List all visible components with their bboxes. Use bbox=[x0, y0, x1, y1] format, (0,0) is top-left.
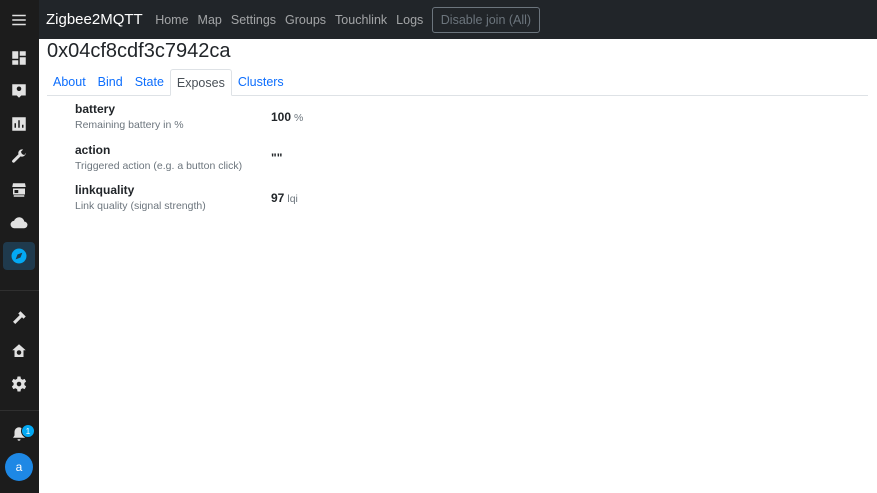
nav-settings[interactable]: Settings bbox=[226, 13, 280, 27]
expose-value-text: "" bbox=[271, 150, 283, 165]
gear-icon[interactable] bbox=[3, 370, 35, 398]
wrench-icon[interactable] bbox=[3, 143, 35, 171]
expose-description: Remaining battery in % bbox=[75, 119, 184, 131]
person-icon[interactable] bbox=[3, 77, 35, 105]
chart-icon[interactable] bbox=[3, 110, 35, 138]
top-navbar: Zigbee2MQTT Home Map Settings Groups Tou… bbox=[39, 0, 877, 39]
expose-action: action Triggered action (e.g. a button c… bbox=[75, 143, 475, 184]
home-cog-icon[interactable] bbox=[3, 337, 35, 365]
tab-bind[interactable]: Bind bbox=[92, 69, 129, 95]
exposes-list: battery Remaining battery in % 100% acti… bbox=[75, 102, 475, 224]
compass-icon[interactable] bbox=[3, 242, 35, 270]
main-content: 0x04cf8cdf3c7942ca About Bind State Expo… bbox=[39, 39, 877, 493]
expose-linkquality: linkquality Link quality (signal strengt… bbox=[75, 183, 475, 224]
disable-join-button[interactable]: Disable join (All) bbox=[431, 6, 541, 33]
expose-battery: battery Remaining battery in % 100% bbox=[75, 102, 475, 143]
expose-value-text: 100 bbox=[271, 110, 292, 124]
expose-description: Link quality (signal strength) bbox=[75, 200, 206, 212]
nav-groups[interactable]: Groups bbox=[281, 13, 331, 27]
expose-value: "" bbox=[271, 151, 285, 165]
tab-about[interactable]: About bbox=[47, 69, 92, 95]
menu-icon[interactable] bbox=[3, 6, 35, 34]
nav-logs[interactable]: Logs bbox=[392, 13, 428, 27]
expose-value: 100% bbox=[271, 110, 303, 124]
hammer-icon[interactable] bbox=[3, 304, 35, 332]
expose-name: linkquality bbox=[75, 183, 135, 197]
expose-value-text: 97 bbox=[271, 191, 285, 205]
dashboard-icon[interactable] bbox=[3, 44, 35, 72]
device-title: 0x04cf8cdf3c7942ca bbox=[47, 40, 231, 62]
tab-state[interactable]: State bbox=[129, 69, 170, 95]
expose-unit: lqi bbox=[287, 193, 298, 205]
nav-map[interactable]: Map bbox=[193, 13, 226, 27]
notification-badge: 1 bbox=[21, 424, 35, 438]
cloud-icon[interactable] bbox=[3, 209, 35, 237]
sidebar: 1 a bbox=[0, 0, 39, 493]
expose-description: Triggered action (e.g. a button click) bbox=[75, 159, 243, 172]
expose-value: 97 lqi bbox=[271, 191, 298, 205]
brand-link[interactable]: Zigbee2MQTT bbox=[46, 11, 143, 28]
nav-touchlink[interactable]: Touchlink bbox=[331, 13, 392, 27]
tab-clusters[interactable]: Clusters bbox=[232, 69, 290, 95]
expose-name: battery bbox=[75, 102, 116, 116]
nav-home[interactable]: Home bbox=[151, 13, 193, 27]
sidebar-divider bbox=[0, 410, 39, 411]
hacs-store-icon[interactable] bbox=[3, 176, 35, 204]
expose-unit: % bbox=[294, 112, 304, 124]
sidebar-divider bbox=[0, 290, 39, 291]
device-tabs: About Bind State Exposes Clusters bbox=[47, 69, 868, 96]
tab-exposes[interactable]: Exposes bbox=[169, 69, 232, 96]
expose-name: action bbox=[75, 142, 111, 157]
avatar[interactable]: a bbox=[5, 453, 33, 481]
